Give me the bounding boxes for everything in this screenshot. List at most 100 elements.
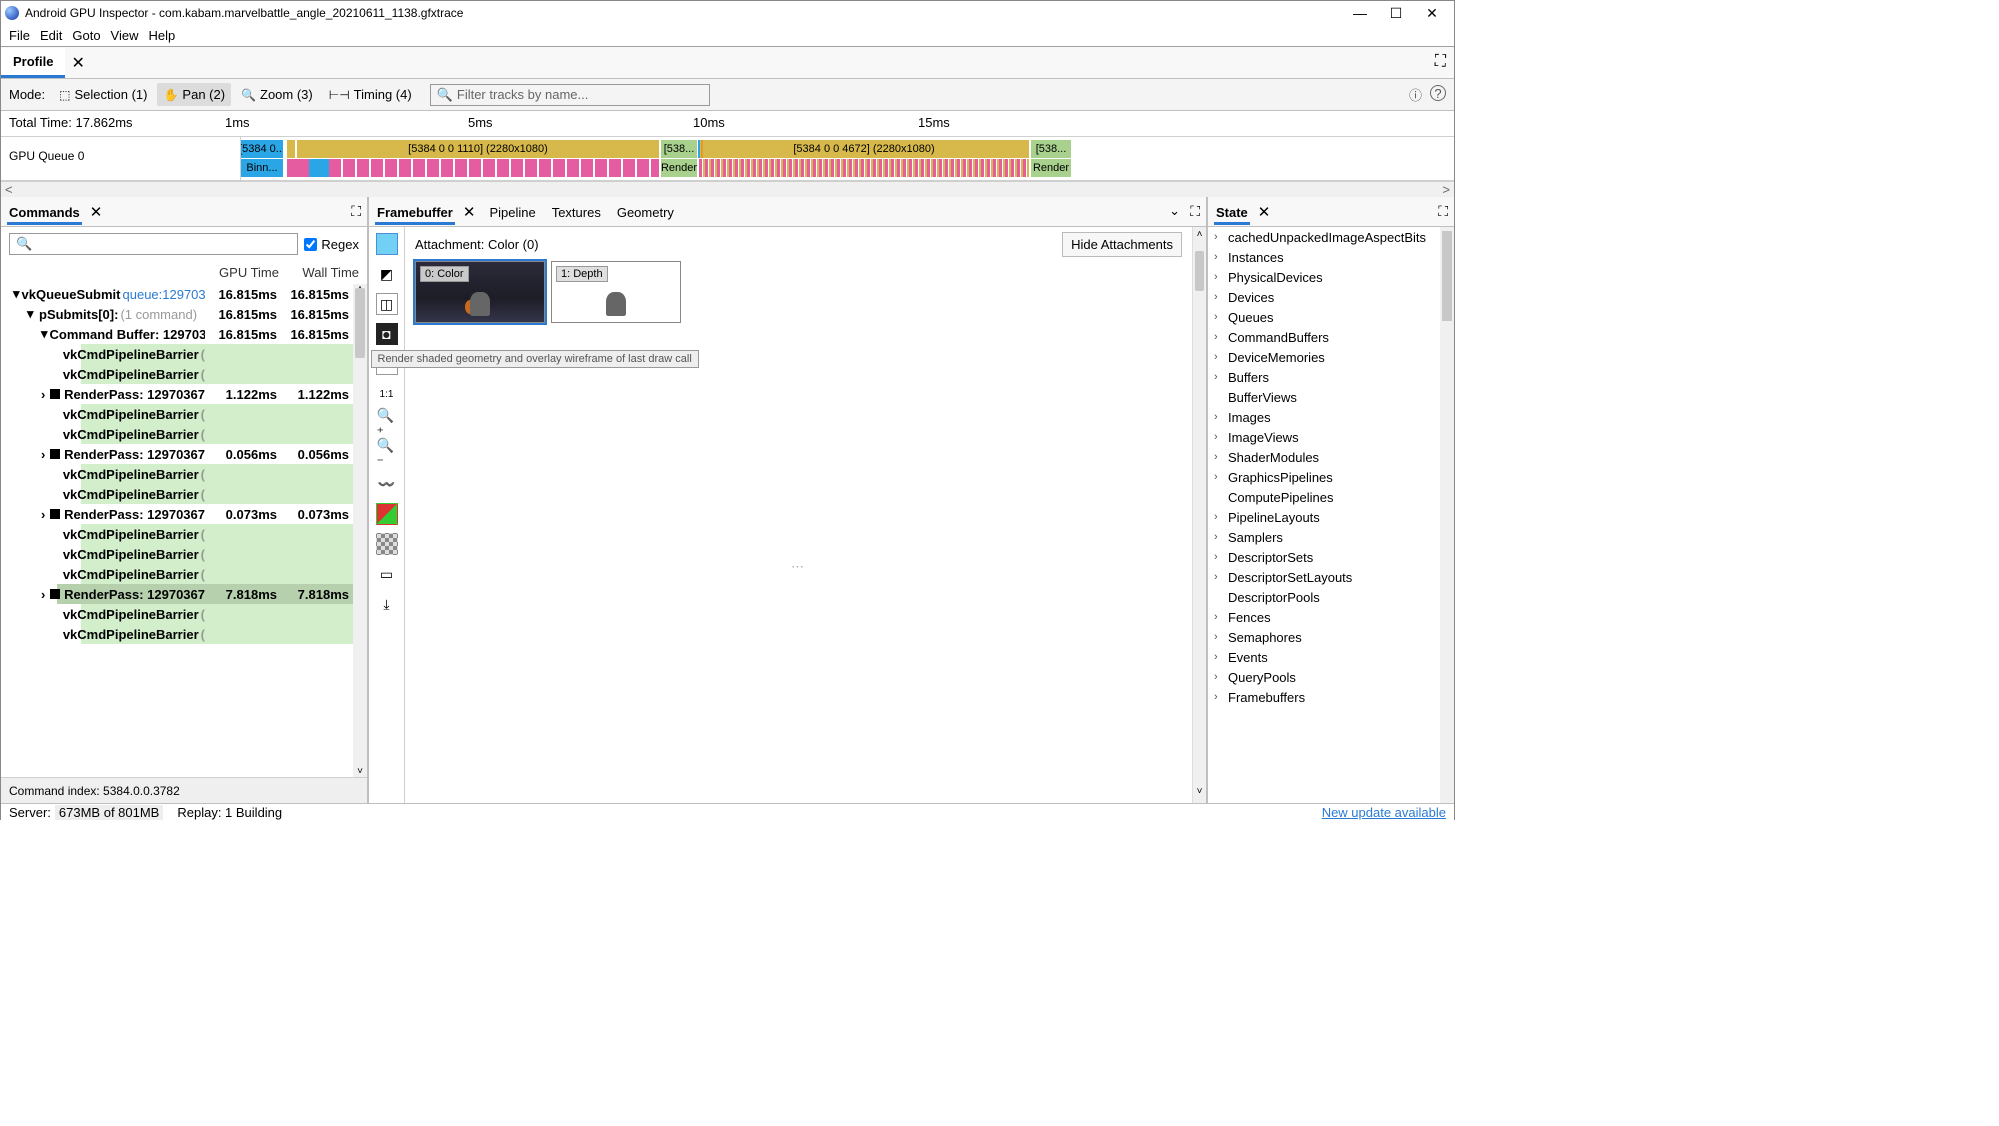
mode-zoom[interactable]: 🔍Zoom (3) xyxy=(235,83,319,106)
table-row[interactable]: ›RenderPass: 129703671.122ms1.122ms xyxy=(1,384,367,404)
bar[interactable]: Render xyxy=(661,159,697,177)
mode-timing[interactable]: ⊢⊣Timing (4) xyxy=(323,83,418,106)
table-row[interactable]: ›RenderPass: 129703670.056ms0.056ms xyxy=(1,444,367,464)
table-row[interactable]: vkCmdPipelineBarrier ( xyxy=(1,364,367,384)
shaded-only-icon[interactable] xyxy=(376,233,398,255)
download-icon[interactable]: ⤓ xyxy=(376,593,398,615)
state-tree-item[interactable]: ›cachedUnpackedImageAspectBits xyxy=(1208,227,1454,247)
hide-attachments-button[interactable]: Hide Attachments xyxy=(1062,232,1182,257)
table-row[interactable]: vkCmdPipelineBarrier ( xyxy=(1,604,367,624)
chevron-icon[interactable]: ▾ xyxy=(41,326,48,342)
horizontal-scrollbar[interactable]: <> xyxy=(1,181,1454,197)
close-icon[interactable]: ✕ xyxy=(463,203,476,221)
maximize-button[interactable]: ☐ xyxy=(1378,3,1414,24)
chevron-right-icon[interactable]: › xyxy=(1214,651,1224,663)
table-row[interactable]: vkCmdPipelineBarrier ( xyxy=(1,424,367,444)
close-icon[interactable]: ✕ xyxy=(1258,203,1271,221)
help-icon[interactable]: ? xyxy=(1430,85,1446,101)
fullscreen-icon[interactable]: ⛶ xyxy=(1438,203,1448,220)
search-input[interactable]: 🔍 xyxy=(9,233,298,255)
vertical-scrollbar[interactable]: ˄˅ xyxy=(1192,227,1206,803)
bar[interactable]: [5384 0 0 1110] (2280x1080) xyxy=(297,140,659,158)
track-bars[interactable]: [5384 0... [5384 0 0 1110] (2280x1080) [… xyxy=(241,137,1454,180)
chevron-right-icon[interactable]: › xyxy=(1214,371,1224,383)
vertical-scrollbar[interactable] xyxy=(1440,227,1454,803)
menu-edit[interactable]: Edit xyxy=(40,28,62,43)
table-row[interactable]: ▾Command Buffer: 12970316.815ms16.815ms xyxy=(1,324,367,344)
chevron-right-icon[interactable]: › xyxy=(1214,291,1224,303)
state-tree-item[interactable]: ›Devices xyxy=(1208,287,1454,307)
state-tree-item[interactable]: ›Buffers xyxy=(1208,367,1454,387)
link[interactable]: queue:1297036 xyxy=(123,287,206,302)
state-tree-item[interactable]: ›CommandBuffers xyxy=(1208,327,1454,347)
table-row[interactable]: vkCmdPipelineBarrier ( xyxy=(1,624,367,644)
chevron-right-icon[interactable]: › xyxy=(1214,411,1224,423)
close-icon[interactable]: ✕ xyxy=(71,53,84,73)
chevron-right-icon[interactable]: › xyxy=(1214,531,1224,543)
table-row[interactable]: ›RenderPass: 129703677.818ms7.818ms xyxy=(1,584,367,604)
overdraw-icon[interactable]: ◘ xyxy=(376,323,398,345)
close-button[interactable]: ✕ xyxy=(1414,3,1450,24)
minimize-button[interactable]: — xyxy=(1342,3,1378,23)
menu-file[interactable]: File xyxy=(9,28,30,43)
tab-geometry[interactable]: Geometry xyxy=(615,200,676,224)
table-row[interactable]: ▾pSubmits[0]: (1 command)16.815ms16.815m… xyxy=(1,304,367,324)
regex-checkbox[interactable]: Regex xyxy=(304,237,359,252)
bar[interactable] xyxy=(287,159,309,177)
actual-size-icon[interactable]: 1:1 xyxy=(376,383,398,405)
table-row[interactable]: ›RenderPass: 129703670.073ms0.073ms xyxy=(1,504,367,524)
chevron-right-icon[interactable]: › xyxy=(1214,311,1224,323)
zoom-in-icon[interactable]: 🔍⁺ xyxy=(376,413,398,435)
bar[interactable]: [538... xyxy=(661,140,697,158)
chevron-right-icon[interactable]: › xyxy=(1214,571,1224,583)
info-icon[interactable]: ⓘ xyxy=(1409,85,1422,104)
bar[interactable]: [5384 0 0 4672] (2280x1080) xyxy=(699,140,1029,158)
mode-pan[interactable]: ✋Pan (2) xyxy=(157,83,231,106)
bar[interactable]: Binn... xyxy=(241,159,283,177)
state-tree-item[interactable]: ›Fences xyxy=(1208,607,1454,627)
close-icon[interactable]: ✕ xyxy=(90,203,103,221)
chevron-right-icon[interactable]: › xyxy=(1214,331,1224,343)
chevron-right-icon[interactable]: › xyxy=(1214,551,1224,563)
table-row[interactable]: vkCmdPipelineBarrier ( xyxy=(1,524,367,544)
bar-stripe[interactable] xyxy=(699,159,1029,177)
state-tree-item[interactable]: ›Instances xyxy=(1208,247,1454,267)
filter-input[interactable]: 🔍Filter tracks by name... xyxy=(430,84,710,106)
table-row[interactable]: vkCmdPipelineBarrier ( xyxy=(1,544,367,564)
attachment-thumb-depth[interactable]: 1: Depth xyxy=(551,261,681,323)
attachment-thumb-color[interactable]: 0: Color xyxy=(415,261,545,323)
tab-state[interactable]: State xyxy=(1214,200,1250,224)
table-row[interactable]: vkCmdPipelineBarrier ( xyxy=(1,484,367,504)
state-tree-item[interactable]: ›Queues xyxy=(1208,307,1454,327)
fullscreen-icon[interactable]: ⛶ xyxy=(1435,53,1446,71)
tab-textures[interactable]: Textures xyxy=(550,200,603,224)
chevron-right-icon[interactable]: › xyxy=(1214,511,1224,523)
menu-help[interactable]: Help xyxy=(149,28,176,43)
update-link[interactable]: New update available xyxy=(1322,805,1446,820)
state-tree-item[interactable]: ›PipelineLayouts xyxy=(1208,507,1454,527)
chevron-right-icon[interactable]: › xyxy=(1214,451,1224,463)
wireframe-icon[interactable]: ◩ xyxy=(376,263,398,285)
tab-framebuffer[interactable]: Framebuffer xyxy=(375,200,455,224)
table-row[interactable]: vkCmdPipelineBarrier ( xyxy=(1,564,367,584)
chevron-right-icon[interactable]: › xyxy=(1214,231,1224,243)
state-tree-item[interactable]: ›QueryPools xyxy=(1208,667,1454,687)
chevron-right-icon[interactable]: › xyxy=(1214,351,1224,363)
chevron-right-icon[interactable]: › xyxy=(1214,431,1224,443)
fullscreen-icon[interactable]: ⛶ xyxy=(351,203,361,220)
state-tree-item[interactable]: ›Images xyxy=(1208,407,1454,427)
menu-view[interactable]: View xyxy=(111,28,139,43)
state-tree-item[interactable]: ›ImageViews xyxy=(1208,427,1454,447)
state-tree-item[interactable]: BufferViews xyxy=(1208,387,1454,407)
chevron-right-icon[interactable]: › xyxy=(1214,671,1224,683)
state-tree-item[interactable]: ›DeviceMemories xyxy=(1208,347,1454,367)
table-row[interactable]: ▾vkQueueSubmit queue:129703616.815ms16.8… xyxy=(1,284,367,304)
col-header-gpu[interactable]: GPU Time xyxy=(199,265,279,280)
chevron-icon[interactable]: ▾ xyxy=(13,286,20,302)
state-tree-item[interactable]: DescriptorPools xyxy=(1208,587,1454,607)
chevron-right-icon[interactable]: › xyxy=(1214,691,1224,703)
bar[interactable]: [538... xyxy=(1031,140,1071,158)
state-tree-item[interactable]: ›Semaphores xyxy=(1208,627,1454,647)
chevron-right-icon[interactable]: › xyxy=(1214,271,1224,283)
tab-pipeline[interactable]: Pipeline xyxy=(487,200,537,224)
